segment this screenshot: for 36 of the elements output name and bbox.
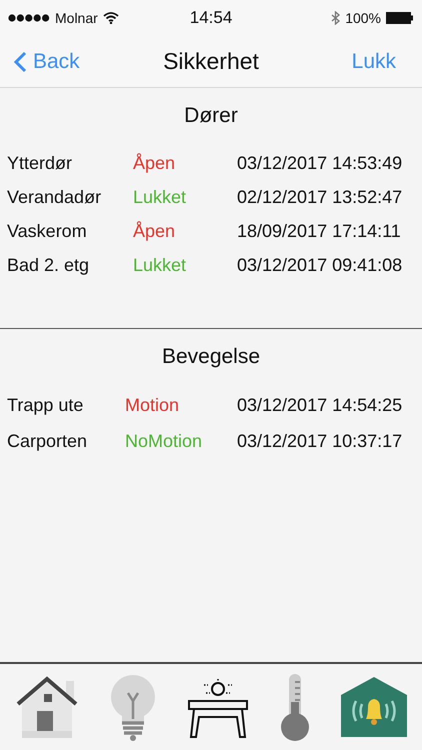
house-icon [14,674,80,740]
thermometer-icon [278,672,312,742]
close-button[interactable]: Lukk [352,50,408,74]
timestamp: 03/12/2017 10:37:17 [237,430,404,452]
battery-icon [386,12,414,24]
timestamp: 03/12/2017 09:41:08 [237,254,404,276]
timestamp: 03/12/2017 14:54:25 [237,394,404,416]
wifi-icon [102,12,119,24]
sensor-name: Vaskerom [7,220,88,242]
sensor-status: NoMotion [125,430,204,452]
sensor-name: Bad 2. etg [7,254,90,276]
section-title: Dører [183,104,239,128]
battery-percentage: 100% [345,10,382,26]
sensor-status: Åpen [133,152,176,174]
bluetooth-icon [331,11,340,25]
sensor-status: Lukket [133,186,188,208]
timestamp: 02/12/2017 13:52:47 [237,186,404,208]
sensor-status: Åpen [133,220,176,242]
screen-title: Sikkerhet [163,48,259,75]
light-bulb-icon [108,673,158,741]
back-button[interactable]: Back [14,50,164,74]
sensor-status: Motion [125,394,180,416]
alarm-house-icon [340,675,408,739]
carrier-name: Molnar [55,10,98,26]
chevron-icon [14,50,27,72]
section-title: Bevegelse [160,345,262,369]
timestamp: 03/12/2017 14:53:49 [237,152,404,174]
sensor-name: Verandadør [7,186,102,208]
signal-icon [8,14,50,22]
sensor-name: Ytterdør [7,152,74,174]
tab-button[interactable] [14,674,80,740]
timestamp: 18/09/2017 17:14:11 [237,220,402,242]
sensor-name: Carporten [7,430,88,452]
sensor-name: Trapp ute [7,394,84,416]
clock-time: 14:54 [190,8,232,28]
sensor-status: Lukket [133,254,188,276]
